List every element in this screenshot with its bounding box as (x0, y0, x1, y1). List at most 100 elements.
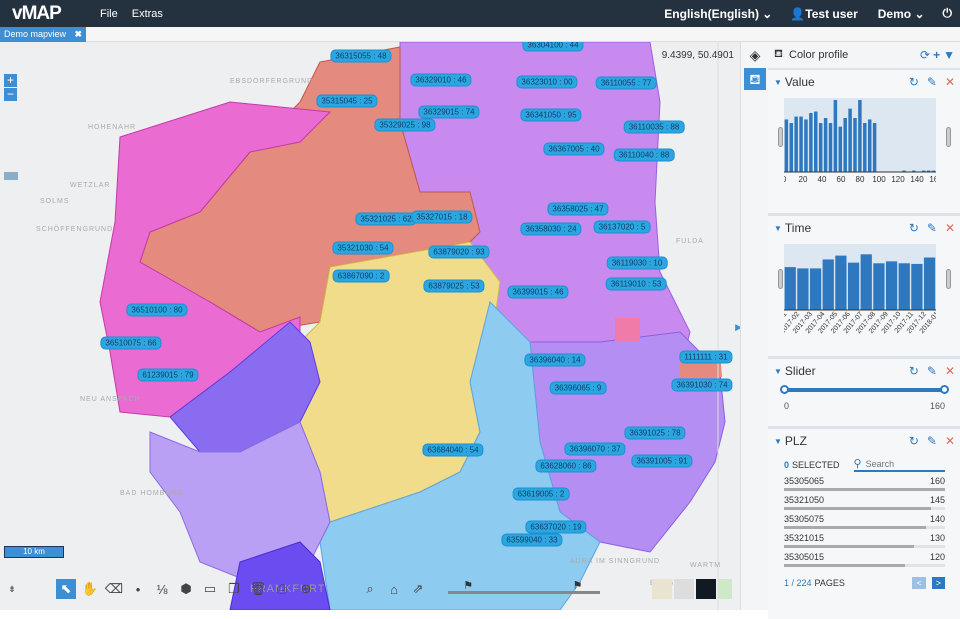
zoom-slider-handle[interactable] (4, 172, 18, 180)
color-bucket-icon[interactable]: ⛾ (744, 68, 766, 90)
close-icon[interactable]: ✖ (74, 29, 82, 40)
region-value-label[interactable]: 63867090 : 2 (332, 269, 390, 283)
power-icon[interactable]: ⏻ (943, 6, 953, 21)
zoom-in-button[interactable]: + (4, 74, 17, 87)
collapse-icon[interactable]: ▼ (774, 78, 782, 87)
histogram-bar[interactable] (818, 123, 823, 172)
region-value-label[interactable]: 36341050 : 95 (520, 108, 582, 122)
region-value-label[interactable]: 36110055 : 77 (595, 76, 657, 90)
histogram-bar[interactable] (784, 267, 796, 310)
histogram-bar[interactable] (860, 254, 872, 310)
delete-icon[interactable]: 🗑 (248, 579, 268, 599)
zoom-out-button[interactable]: − (4, 88, 17, 101)
region-value-label[interactable]: 63879020 : 93 (428, 245, 490, 259)
add-icon[interactable]: + (933, 48, 940, 62)
reset-icon[interactable]: ↻ (909, 75, 919, 89)
region-value-label[interactable]: 63628060 : 86 (535, 459, 597, 473)
region-value-label[interactable]: 36396070 : 37 (564, 442, 626, 456)
histogram-bar[interactable] (828, 123, 833, 172)
histogram-bar[interactable] (809, 268, 822, 310)
region-value-label[interactable]: 36119030 : 10 (606, 256, 668, 270)
region-value-label[interactable]: 36391005 : 91 (631, 454, 693, 468)
layers-icon[interactable]: ◈ (744, 44, 766, 66)
region-value-label[interactable]: 36315055 : 48 (330, 49, 392, 63)
eraser-icon[interactable]: ⌫ (104, 579, 124, 599)
range-handle-right[interactable] (946, 127, 951, 147)
region-value-label[interactable]: 35327015 : 18 (411, 210, 473, 224)
filter-icon[interactable]: ▼ (943, 48, 955, 62)
region-value-label[interactable]: 63619005 : 2 (512, 487, 570, 501)
language-select[interactable]: English(English) ⌄ (664, 7, 772, 21)
histogram-bar[interactable] (822, 259, 834, 310)
range-handle-right[interactable] (946, 269, 951, 289)
collapse-icon[interactable]: ▼ (774, 367, 782, 376)
histogram-bar[interactable] (833, 100, 838, 172)
pan-icon[interactable]: ✋ (80, 579, 100, 599)
region-value-label[interactable]: 36367005 : 40 (543, 142, 605, 156)
histogram-bar[interactable] (923, 257, 936, 310)
close-icon[interactable]: ✕ (945, 221, 955, 235)
histogram-bar[interactable] (853, 118, 857, 172)
histogram-bar[interactable] (911, 263, 923, 310)
value-histogram[interactable]: 0 20 40 60 80 100 120 140 160 (778, 94, 951, 194)
region-value-label[interactable]: 36391030 : 74 (671, 378, 733, 392)
close-icon[interactable]: ✕ (945, 434, 955, 448)
histogram-bar[interactable] (784, 119, 789, 172)
refresh-icon[interactable]: ⟳ (920, 48, 930, 62)
region-value-label[interactable]: 36137020 : 5 (593, 220, 651, 234)
share-icon[interactable]: ⇗ (408, 579, 428, 599)
region-value-label[interactable]: 36391025 : 78 (624, 426, 686, 440)
time-slider-start-flag[interactable]: ⚑ (463, 579, 473, 592)
list-item[interactable]: 35305015 120 (784, 552, 945, 567)
histogram-bar[interactable] (789, 123, 794, 172)
region-value-label[interactable]: 36110040 : 88 (613, 148, 675, 162)
histogram-bar[interactable] (835, 255, 847, 310)
region-value-label[interactable]: 36358025 : 47 (547, 202, 609, 216)
histogram-bar[interactable] (848, 108, 852, 172)
user-menu[interactable]: 👤Test user (790, 7, 857, 21)
menu-extras[interactable]: Extras (132, 8, 163, 20)
project-select[interactable]: Demo ⌄ (878, 7, 925, 21)
region-highlight[interactable] (615, 318, 640, 342)
list-item[interactable]: 35305065 160 (784, 476, 945, 491)
region-value-label[interactable]: 63879025 : 53 (423, 279, 485, 293)
region-value-label[interactable]: 36399015 : 46 (507, 285, 569, 299)
close-icon[interactable]: ✕ (945, 75, 955, 89)
list-item[interactable]: 35305075 140 (784, 514, 945, 529)
list-item[interactable]: 35321015 130 (784, 533, 945, 548)
select-icon[interactable]: ⬉ (56, 579, 76, 599)
region-value-label[interactable]: 63684040 : 54 (422, 443, 484, 457)
slider-min-handle[interactable] (780, 385, 789, 394)
histogram-bar[interactable] (794, 116, 798, 172)
histogram-bar[interactable] (867, 119, 872, 172)
region-value-label[interactable]: 35321025 : 62 (355, 212, 417, 226)
range-handle-left[interactable] (778, 269, 783, 289)
collapse-icon[interactable]: ▼ (774, 224, 782, 233)
measure-icon[interactable]: ▭ (200, 579, 220, 599)
region-value-label[interactable]: 36358030 : 24 (520, 222, 582, 236)
time-histogram[interactable]: 2017-01 2017-02 2017-03 2017-04 2017-05 2017-… (767, 240, 951, 340)
collapse-icon[interactable]: ▼ (774, 437, 782, 446)
tab-demo-mapview[interactable]: Demo mapview ✖ (0, 27, 86, 42)
time-slider-end-flag[interactable]: ⚑ (573, 579, 583, 592)
search-field[interactable]: ⚲ (853, 457, 945, 472)
region-value-label[interactable]: 36323010 : 00 (516, 75, 578, 89)
region-value-label[interactable]: 36396040 : 14 (524, 353, 586, 367)
search-icon[interactable]: ⌕ (360, 579, 380, 599)
region-value-label[interactable]: 36329015 : 74 (418, 105, 480, 119)
close-icon[interactable]: ✕ (945, 364, 955, 378)
search-input[interactable] (865, 458, 936, 469)
reset-icon[interactable]: ↻ (909, 434, 919, 448)
region-value-label[interactable]: 61239015 : 79 (137, 368, 199, 382)
point-icon[interactable]: • (128, 579, 148, 599)
prev-page-button[interactable]: < (912, 577, 926, 589)
time-slider[interactable]: ⚑ ⚑ (448, 579, 600, 599)
home-icon[interactable]: ⌂ (384, 579, 404, 599)
histogram-bar[interactable] (898, 263, 910, 310)
list-item[interactable]: 35321050 145 (784, 495, 945, 510)
histogram-bar[interactable] (799, 116, 803, 172)
region-value-label[interactable]: 1111111 : 31 (679, 350, 733, 364)
basemap-street-thumb[interactable] (652, 579, 672, 599)
edit-icon[interactable]: ✎ (927, 75, 937, 89)
region-value-label[interactable]: 36110035 : 88 (623, 120, 685, 134)
